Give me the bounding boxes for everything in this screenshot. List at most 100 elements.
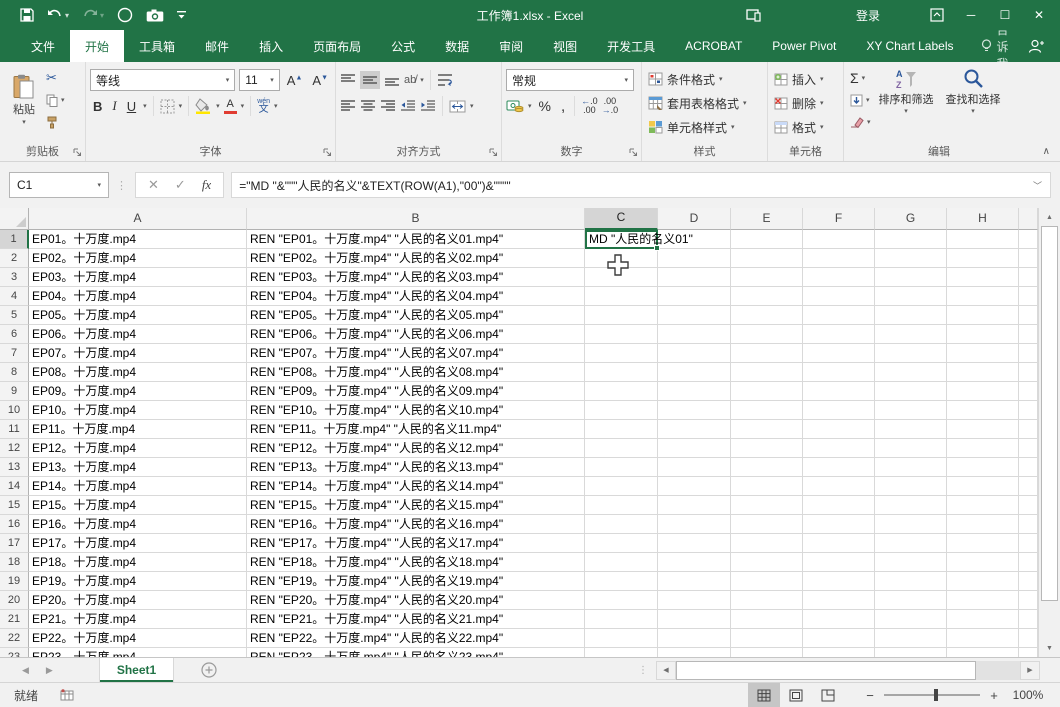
cell-x5[interactable] <box>1019 306 1038 325</box>
merge-center-icon[interactable] <box>449 100 466 113</box>
cell-A23[interactable]: EP23。十万度.mp4 <box>29 648 247 657</box>
cell-F19[interactable] <box>803 572 875 591</box>
cell-F12[interactable] <box>803 439 875 458</box>
cell-A11[interactable]: EP11。十万度.mp4 <box>29 420 247 439</box>
cell-C22[interactable] <box>585 629 658 648</box>
cell-A16[interactable]: EP16。十万度.mp4 <box>29 515 247 534</box>
cell-F7[interactable] <box>803 344 875 363</box>
sort-filter-button[interactable]: AZ 排序和筛选 ▾ <box>873 67 940 133</box>
cell-x11[interactable] <box>1019 420 1038 439</box>
cell-x23[interactable] <box>1019 648 1038 657</box>
row-header-14[interactable]: 14 <box>0 477 29 496</box>
bold-button[interactable]: B <box>90 99 105 114</box>
cell-H2[interactable] <box>947 249 1019 268</box>
cell-E23[interactable] <box>731 648 803 657</box>
wrap-text-icon[interactable] <box>437 73 453 87</box>
cell-E4[interactable] <box>731 287 803 306</box>
cell-B19[interactable]: REN "EP19。十万度.mp4" "人民的名义19.mp4" <box>247 572 585 591</box>
sheet-nav-left-icon[interactable]: ◀ <box>22 665 29 676</box>
cell-x3[interactable] <box>1019 268 1038 287</box>
underline-button[interactable]: U <box>124 99 139 114</box>
tab-开始[interactable]: 开始 <box>70 30 124 62</box>
cell-A9[interactable]: EP09。十万度.mp4 <box>29 382 247 401</box>
column-header-C[interactable]: C <box>585 208 658 230</box>
column-header-D[interactable]: D <box>658 208 731 230</box>
cell-x4[interactable] <box>1019 287 1038 306</box>
cell-F15[interactable] <box>803 496 875 515</box>
undo-icon[interactable]: ▾ <box>47 9 69 21</box>
column-header-A[interactable]: A <box>29 208 247 230</box>
tab-文件[interactable]: 文件 <box>16 30 70 62</box>
undo-dropdown-icon[interactable]: ▾ <box>65 11 69 20</box>
cell-A19[interactable]: EP19。十万度.mp4 <box>29 572 247 591</box>
cell-H5[interactable] <box>947 306 1019 325</box>
tab-工具箱[interactable]: 工具箱 <box>124 30 190 62</box>
row-header-22[interactable]: 22 <box>0 629 29 648</box>
add-sheet-button[interactable] <box>201 658 217 682</box>
cell-E3[interactable] <box>731 268 803 287</box>
phonetic-guide-icon[interactable]: wén文 <box>257 98 270 115</box>
cell-F23[interactable] <box>803 648 875 657</box>
cell-D2[interactable] <box>658 249 731 268</box>
cell-B10[interactable]: REN "EP10。十万度.mp4" "人民的名义10.mp4" <box>247 401 585 420</box>
formula-input[interactable]: ="MD "&"""人民的名义"&TEXT(ROW(A1),"00")&""""… <box>231 172 1051 198</box>
cell-G16[interactable] <box>875 515 947 534</box>
cell-E6[interactable] <box>731 325 803 344</box>
insert-function-icon[interactable]: fx <box>202 177 211 193</box>
cell-H4[interactable] <box>947 287 1019 306</box>
cell-A2[interactable]: EP02。十万度.mp4 <box>29 249 247 268</box>
cell-E12[interactable] <box>731 439 803 458</box>
cell-x22[interactable] <box>1019 629 1038 648</box>
page-layout-view-button[interactable] <box>780 683 812 707</box>
increase-indent-icon[interactable] <box>420 99 436 113</box>
font-size-combo[interactable]: 11▾ <box>239 69 280 91</box>
cell-B8[interactable]: REN "EP08。十万度.mp4" "人民的名义08.mp4" <box>247 363 585 382</box>
cell-D15[interactable] <box>658 496 731 515</box>
cell-C20[interactable] <box>585 591 658 610</box>
cell-H7[interactable] <box>947 344 1019 363</box>
enter-icon[interactable]: ✓ <box>175 177 186 193</box>
cell-E5[interactable] <box>731 306 803 325</box>
cell-x2[interactable] <box>1019 249 1038 268</box>
cell-F3[interactable] <box>803 268 875 287</box>
tab-sheet1[interactable]: Sheet1 <box>99 658 174 682</box>
cell-E1[interactable] <box>731 230 803 249</box>
cell-C15[interactable] <box>585 496 658 515</box>
cell-H10[interactable] <box>947 401 1019 420</box>
cell-x9[interactable] <box>1019 382 1038 401</box>
row-header-17[interactable]: 17 <box>0 534 29 553</box>
circle-shape-icon[interactable] <box>117 7 133 23</box>
cell-G23[interactable] <box>875 648 947 657</box>
cell-B15[interactable]: REN "EP15。十万度.mp4" "人民的名义15.mp4" <box>247 496 585 515</box>
cell-C1[interactable]: MD "人民的名义01" <box>585 230 658 249</box>
cell-x19[interactable] <box>1019 572 1038 591</box>
cell-E20[interactable] <box>731 591 803 610</box>
borders-icon[interactable] <box>160 99 175 114</box>
fill-button[interactable]: ▾ <box>848 89 873 111</box>
cell-E17[interactable] <box>731 534 803 553</box>
cell-E11[interactable] <box>731 420 803 439</box>
decrease-decimal-icon[interactable]: .00→.0 <box>602 97 619 115</box>
cell-C14[interactable] <box>585 477 658 496</box>
row-header-7[interactable]: 7 <box>0 344 29 363</box>
cell-C18[interactable] <box>585 553 658 572</box>
cell-F21[interactable] <box>803 610 875 629</box>
cell-B4[interactable]: REN "EP04。十万度.mp4" "人民的名义04.mp4" <box>247 287 585 306</box>
cell-F22[interactable] <box>803 629 875 648</box>
decrease-indent-icon[interactable] <box>400 99 416 113</box>
cell-B20[interactable]: REN "EP20。十万度.mp4" "人民的名义20.mp4" <box>247 591 585 610</box>
column-header-B[interactable]: B <box>247 208 585 230</box>
cell-x10[interactable] <box>1019 401 1038 420</box>
align-right-icon[interactable] <box>380 99 396 113</box>
sheet-nav-right-icon[interactable]: ▶ <box>46 665 53 676</box>
scroll-down-icon[interactable]: ▼ <box>1039 639 1060 657</box>
column-header-partial[interactable] <box>1019 208 1038 230</box>
paste-dropdown-icon[interactable]: ▾ <box>22 118 26 126</box>
cell-G19[interactable] <box>875 572 947 591</box>
cell-E15[interactable] <box>731 496 803 515</box>
cell-B3[interactable]: REN "EP03。十万度.mp4" "人民的名义03.mp4" <box>247 268 585 287</box>
align-center-icon[interactable] <box>360 99 376 113</box>
autosum-button[interactable]: Σ▾ <box>848 67 873 89</box>
row-header-6[interactable]: 6 <box>0 325 29 344</box>
row-header-1[interactable]: 1 <box>0 230 29 249</box>
